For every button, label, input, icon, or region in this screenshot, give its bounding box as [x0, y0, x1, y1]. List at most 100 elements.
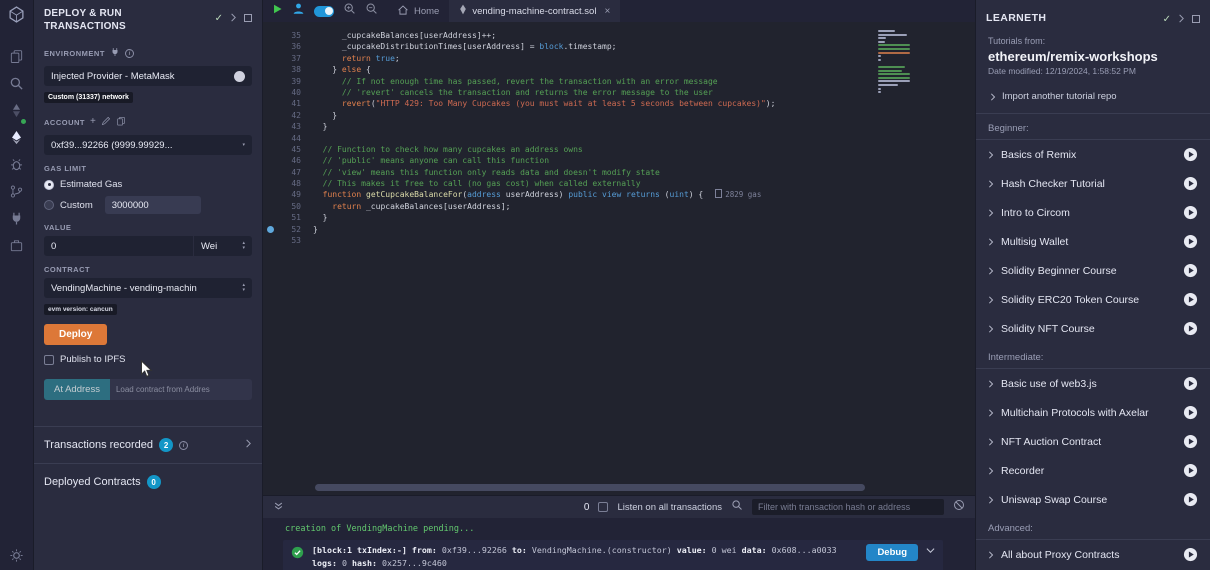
- line-number: 46: [263, 155, 313, 166]
- tutorial-row[interactable]: Multichain Protocols with Axelar: [976, 398, 1210, 427]
- remix-logo-icon[interactable]: [8, 6, 25, 28]
- clear-console-icon[interactable]: [953, 498, 965, 516]
- tutorial-row[interactable]: NFT Auction Contract: [976, 427, 1210, 456]
- plugin-manager-icon[interactable]: [9, 211, 24, 231]
- plugin-active-check-icon: ✓: [1163, 14, 1171, 25]
- transactions-recorded-row[interactable]: Transactions recorded 2 i: [34, 426, 262, 463]
- transactions-info-icon[interactable]: i: [179, 441, 188, 450]
- publish-ipfs-option[interactable]: Publish to IPFS: [44, 354, 252, 365]
- play-tutorial-icon[interactable]: [1183, 547, 1198, 562]
- publish-ipfs-checkbox[interactable]: [44, 355, 54, 365]
- workspaces-icon[interactable]: [9, 238, 24, 258]
- play-tutorial-icon[interactable]: [1183, 263, 1198, 278]
- tutorial-row[interactable]: Solidity ERC20 Token Course: [976, 285, 1210, 314]
- debugger-icon[interactable]: [9, 157, 24, 177]
- file-explorer-icon[interactable]: [9, 49, 24, 69]
- play-tutorial-icon[interactable]: [1183, 205, 1198, 220]
- horizontal-scrollbar[interactable]: [315, 484, 865, 491]
- account-label: ACCOUNT: [44, 118, 85, 127]
- play-tutorial-icon[interactable]: [1183, 147, 1198, 162]
- deploy-run-icon[interactable]: [9, 130, 24, 150]
- minimap[interactable]: [878, 30, 910, 98]
- copy-account-icon[interactable]: [116, 113, 126, 131]
- section-label: Beginner:: [976, 114, 1210, 140]
- chevron-right-icon: [988, 325, 994, 333]
- code-editor[interactable]: 35 _cupcakeBalances[userAddress]++;36 _c…: [263, 22, 975, 495]
- account-select[interactable]: 0xf39...92266 (9999.99929... ▾: [44, 135, 252, 155]
- run-script-icon[interactable]: [272, 2, 283, 20]
- tutorial-row[interactable]: Solidity Beginner Course: [976, 256, 1210, 285]
- tutorial-title: Solidity NFT Course: [1001, 323, 1176, 335]
- zoom-in-icon[interactable]: [343, 2, 356, 20]
- pin-panel-icon[interactable]: [244, 14, 252, 22]
- play-tutorial-icon[interactable]: [1183, 434, 1198, 449]
- environment-info-icon[interactable]: i: [125, 49, 134, 58]
- terminal-filter-input[interactable]: [752, 499, 944, 515]
- play-tutorial-icon[interactable]: [1183, 292, 1198, 307]
- play-tutorial-icon[interactable]: [1183, 405, 1198, 420]
- debug-button[interactable]: Debug: [866, 544, 918, 561]
- expand-log-icon[interactable]: [926, 547, 935, 557]
- at-address-input[interactable]: [110, 379, 252, 400]
- tutorial-row[interactable]: Uniswap Swap Course: [976, 485, 1210, 514]
- chevron-right-icon[interactable]: [245, 439, 252, 451]
- listen-all-checkbox[interactable]: [598, 502, 608, 512]
- tutorial-row[interactable]: Hash Checker Tutorial: [976, 169, 1210, 198]
- search-icon[interactable]: [9, 76, 24, 96]
- transaction-log-row[interactable]: [block:1 txIndex:-] from: 0xf39...92266 …: [283, 540, 943, 570]
- tutorial-row[interactable]: Basics of Remix: [976, 140, 1210, 169]
- contract-select[interactable]: VendingMachine - vending-machin ▴▾: [44, 278, 252, 298]
- pin-panel-icon[interactable]: [1192, 15, 1200, 23]
- tutorial-row[interactable]: All about Proxy Contracts: [976, 540, 1210, 569]
- gas-custom-option[interactable]: Custom: [44, 196, 252, 214]
- tutorial-row[interactable]: Multisig Wallet: [976, 227, 1210, 256]
- accounts-icon[interactable]: [292, 2, 305, 20]
- play-tutorial-icon[interactable]: [1183, 234, 1198, 249]
- close-tab-icon[interactable]: ×: [604, 6, 610, 17]
- tab-bar: Home vending-machine-contract.sol ×: [263, 0, 975, 22]
- deploy-button[interactable]: Deploy: [44, 324, 107, 345]
- import-repo-link[interactable]: Import another tutorial repo: [976, 82, 1210, 114]
- value-unit-select[interactable]: Wei ▴▾: [194, 236, 252, 256]
- tutorial-row[interactable]: Intro to Circom: [976, 198, 1210, 227]
- gas-custom-input[interactable]: [105, 196, 201, 214]
- play-tutorial-icon[interactable]: [1183, 492, 1198, 507]
- radio-selected-icon[interactable]: [44, 180, 54, 190]
- play-tutorial-icon[interactable]: [1183, 176, 1198, 191]
- deployed-contracts-row[interactable]: Deployed Contracts 0: [34, 463, 262, 500]
- sign-message-icon[interactable]: [101, 113, 111, 131]
- value-input[interactable]: [44, 236, 193, 256]
- tab-home[interactable]: Home: [387, 0, 449, 22]
- code-line: 47 // 'view' means this function only re…: [263, 167, 975, 178]
- zoom-out-icon[interactable]: [365, 2, 378, 20]
- tutorials-meta: Tutorials from: ethereum/remix-workshops…: [976, 34, 1210, 82]
- at-address-button[interactable]: At Address: [44, 379, 110, 400]
- editor-toggle[interactable]: [314, 6, 334, 17]
- collapse-panel-icon[interactable]: [1178, 10, 1185, 28]
- fork-environment-icon[interactable]: [110, 44, 120, 62]
- solidity-compiler-icon[interactable]: [9, 103, 24, 123]
- add-account-icon[interactable]: +: [90, 118, 96, 126]
- expand-terminal-icon[interactable]: [273, 498, 284, 516]
- breakpoint-dot[interactable]: [267, 226, 274, 233]
- play-tutorial-icon[interactable]: [1183, 376, 1198, 391]
- environment-select[interactable]: Injected Provider - MetaMask: [44, 66, 252, 86]
- line-number: 42: [263, 110, 313, 121]
- tutorial-row[interactable]: Recorder: [976, 456, 1210, 485]
- tab-file[interactable]: vending-machine-contract.sol ×: [449, 0, 620, 22]
- chevron-right-icon: [988, 296, 994, 304]
- line-number: 53: [263, 235, 313, 246]
- gas-estimated-option[interactable]: Estimated Gas: [44, 179, 252, 190]
- environment-label: ENVIRONMENT: [44, 49, 105, 58]
- line-number: 38: [263, 64, 313, 75]
- play-tutorial-icon[interactable]: [1183, 463, 1198, 478]
- settings-gear-icon[interactable]: [9, 548, 24, 568]
- evm-version-badge: evm version: cancun: [44, 304, 117, 315]
- unit-stepper-icon[interactable]: ▴▾: [242, 241, 245, 251]
- collapse-panel-icon[interactable]: [230, 9, 237, 27]
- tutorial-row[interactable]: Basic use of web3.js: [976, 369, 1210, 398]
- play-tutorial-icon[interactable]: [1183, 321, 1198, 336]
- tutorial-row[interactable]: Solidity NFT Course: [976, 314, 1210, 343]
- radio-unselected-icon[interactable]: [44, 200, 54, 210]
- git-icon[interactable]: [9, 184, 24, 204]
